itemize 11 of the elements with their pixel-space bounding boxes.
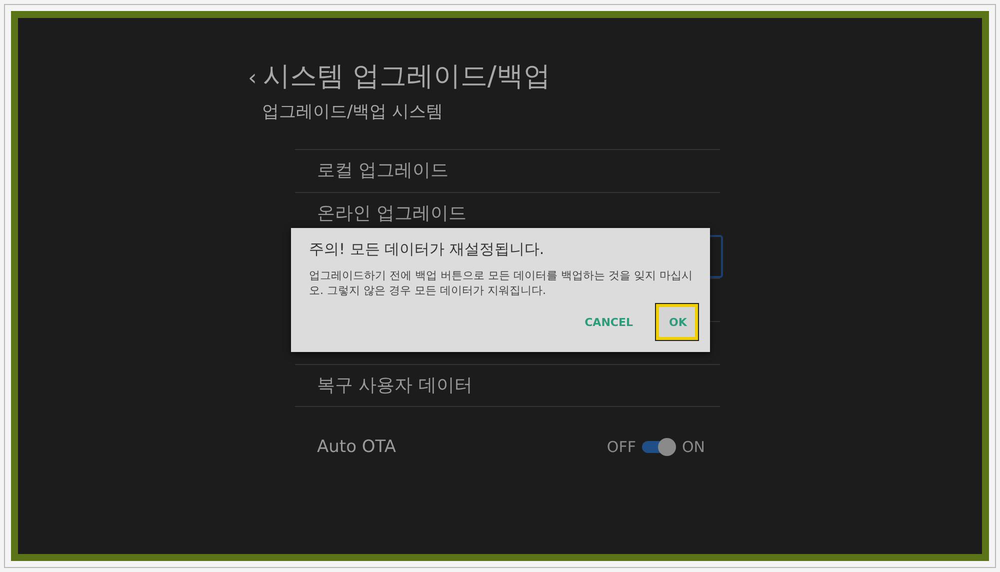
- back-icon[interactable]: ‹: [248, 66, 257, 91]
- switch-label: ON: [682, 438, 705, 456]
- switch-label: OFF: [606, 438, 636, 456]
- page-subtitle: 업그레이드/백업 시스템: [262, 101, 444, 123]
- toggle-switch[interactable]: [642, 441, 676, 453]
- menu-item[interactable]: 로컬 업그레이드: [295, 149, 720, 192]
- setting-label: Auto OTA: [317, 437, 396, 457]
- page-title: 시스템 업그레이드/백업: [262, 60, 550, 94]
- dialog-title: 주의! 모든 데이터가 재설정됩니다.: [309, 240, 546, 259]
- menu-item[interactable]: 복구 사용자 데이터: [295, 364, 720, 407]
- dialog-message: 업그레이드하기 전에 백업 버튼으로 모든 데이터를 백업하는 것을 잊지 마십시오. 그렇지 않은 경우 모든 데이터가 지워집니다.: [309, 268, 694, 298]
